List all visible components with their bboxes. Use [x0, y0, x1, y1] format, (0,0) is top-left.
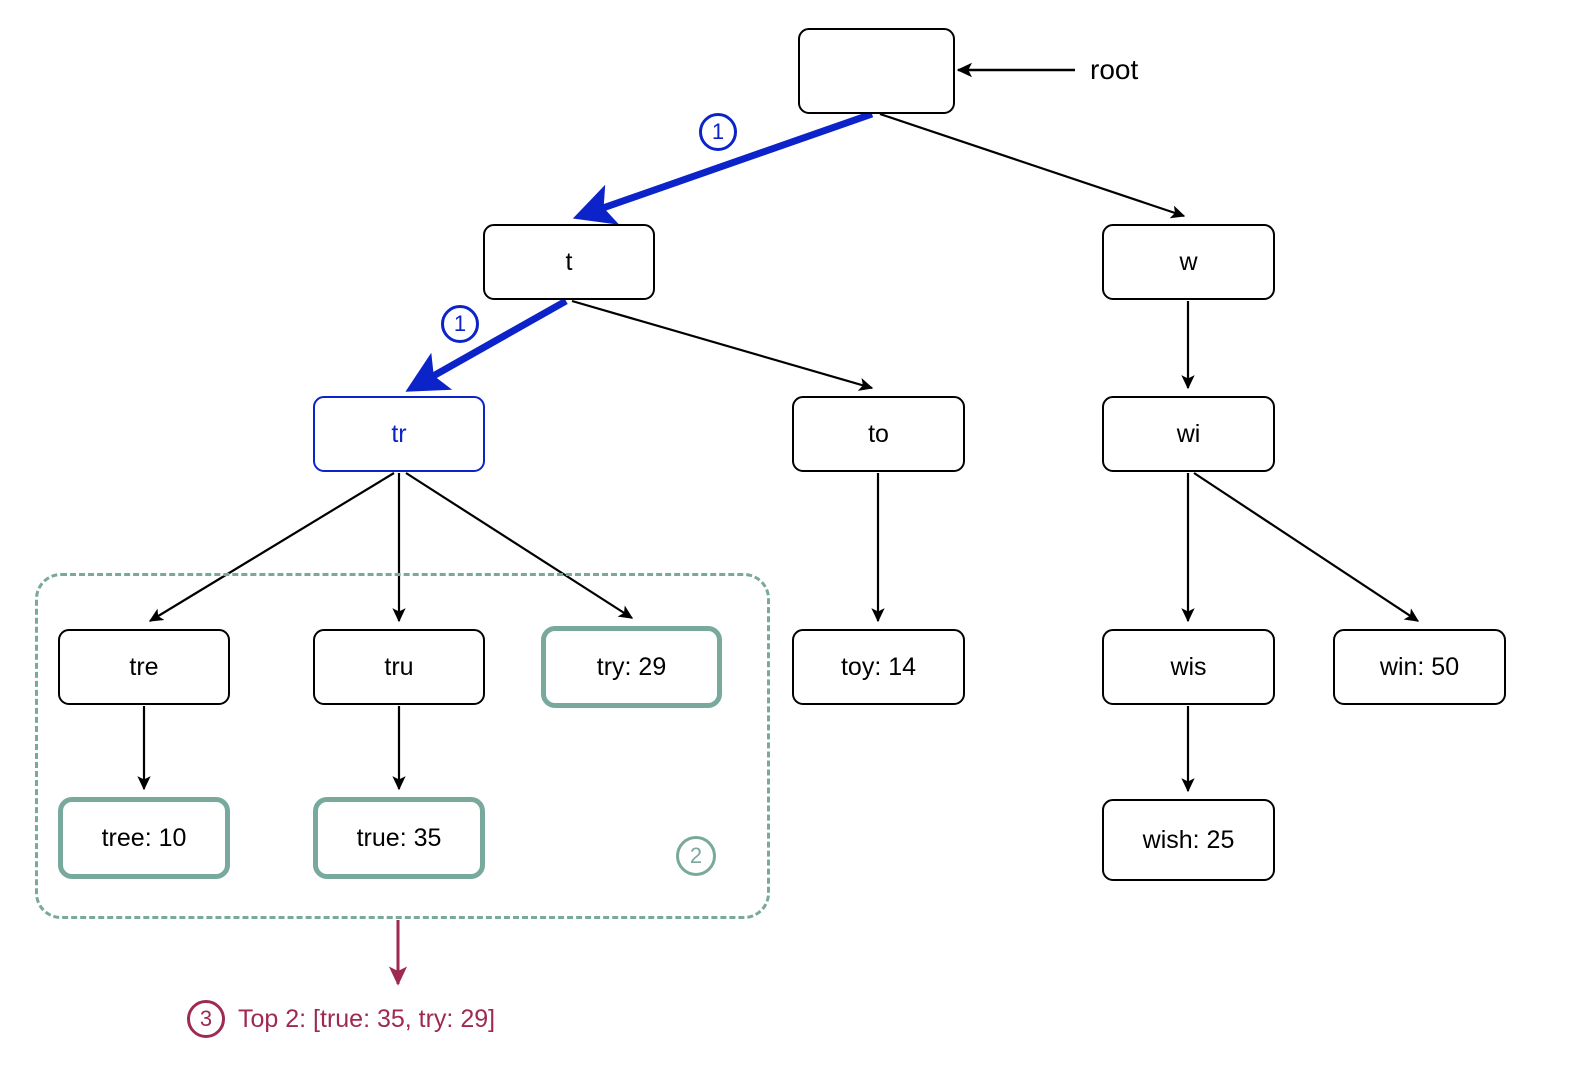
trie-node-to[interactable]: to — [792, 396, 965, 472]
trie-node-tree[interactable]: tree: 10 — [58, 797, 230, 879]
trie-node-win[interactable]: win: 50 — [1333, 629, 1506, 705]
result-text: Top 2: [true: 35, try: 29] — [238, 1005, 496, 1033]
trie-node-wish-label: wish: 25 — [1142, 825, 1235, 854]
step-badge-2-candidates: 2 — [676, 836, 716, 876]
step-badge-1-t-to-tr: 1 — [441, 305, 479, 343]
trie-node-w[interactable]: w — [1102, 224, 1275, 300]
trie-node-w-label: w — [1179, 247, 1198, 276]
trie-node-tree-label: tree: 10 — [101, 823, 187, 852]
trie-node-tre-label: tre — [129, 652, 159, 681]
trie-node-wi-label: wi — [1176, 419, 1201, 448]
step-badge-2-candidates-label: 2 — [689, 843, 703, 868]
trie-node-tr[interactable]: tr — [313, 396, 485, 472]
step-badge-1-root-to-t: 1 — [699, 113, 737, 151]
root-annotation-label: root — [1090, 54, 1139, 85]
trie-node-wish[interactable]: wish: 25 — [1102, 799, 1275, 881]
step-badge-1-t-to-tr-label: 1 — [453, 311, 467, 336]
step-badge-3-result-label: 3 — [199, 1006, 213, 1031]
trie-node-wi[interactable]: wi — [1102, 396, 1275, 472]
edge-t-to — [571, 299, 874, 391]
edge-wi-win — [1193, 472, 1420, 622]
trie-node-try-label: try: 29 — [596, 652, 667, 681]
edge-layer — [137, 62, 1420, 986]
trie-node-t[interactable]: t — [483, 224, 655, 300]
edge-t-tr — [405, 297, 568, 392]
trie-node-true-label: true: 35 — [356, 823, 442, 852]
edge-root-w — [879, 112, 1186, 219]
trie-node-true[interactable]: true: 35 — [313, 797, 485, 879]
trie-node-wis[interactable]: wis — [1102, 629, 1275, 705]
step-badge-1-root-to-t-label: 1 — [711, 119, 725, 144]
trie-node-tru-label: tru — [384, 652, 414, 681]
trie-node-try[interactable]: try: 29 — [541, 626, 722, 708]
trie-node-tru[interactable]: tru — [313, 629, 485, 705]
trie-node-t-label: t — [565, 247, 573, 276]
trie-node-wis-label: wis — [1170, 652, 1207, 681]
trie-node-root[interactable] — [798, 28, 955, 114]
trie-node-tr-label: tr — [391, 419, 407, 448]
trie-node-win-label: win: 50 — [1379, 652, 1460, 681]
trie-node-toy[interactable]: toy: 14 — [792, 629, 965, 705]
trie-diagram-canvas: t w tr to wi tre tru try: 29 toy: 14 wis… — [0, 0, 1596, 1088]
trie-node-to-label: to — [868, 419, 889, 448]
step-badge-3-result: 3 — [187, 1000, 225, 1038]
trie-node-tre[interactable]: tre — [58, 629, 230, 705]
trie-node-toy-label: toy: 14 — [840, 652, 917, 681]
